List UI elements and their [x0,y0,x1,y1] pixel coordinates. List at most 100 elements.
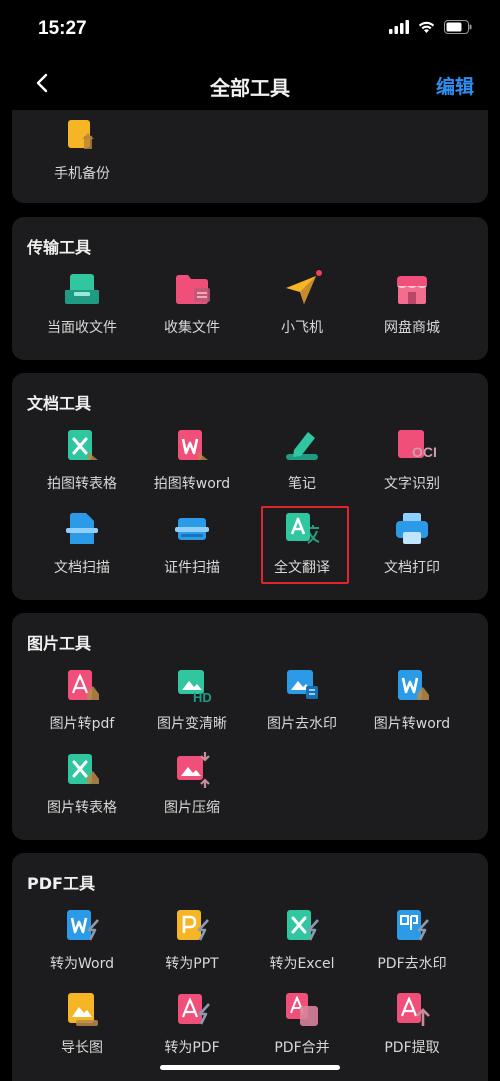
excel-doc-icon [62,426,102,466]
tool-label: 证件扫描 [164,560,220,576]
pdf-watermark-icon [392,906,432,946]
tool-label: 文字识别 [384,476,440,492]
scan-doc-icon [62,510,102,550]
tool-image-compress[interactable]: 图片压缩 [137,750,247,817]
tool-to-word[interactable]: 转为Word [27,906,137,973]
tool-label: 转为Word [50,956,114,972]
word-doc-pink-icon [172,426,212,466]
image-tools-card: 图片工具 图片转pdf HD 图片变清晰 图片去水印 图片转word 图片转表格… [12,613,488,840]
home-indicator[interactable] [160,1065,340,1070]
tool-collect-files[interactable]: 收集文件 [137,270,247,337]
wifi-icon [418,21,435,33]
tool-to-pdf[interactable]: 转为PDF [137,990,247,1057]
tool-label: PDF合并 [274,1040,330,1056]
tool-pdf-remove-watermark[interactable]: PDF去水印 [357,906,467,973]
svg-text:OCR: OCR [412,444,436,460]
word-convert-icon [62,906,102,946]
pdf-tools-card: PDF工具 转为Word 转为PPT 转为Excel PDF去水印 导长图 转为… [12,853,488,1081]
tool-label: PDF提取 [384,1040,440,1056]
tool-image-to-pdf[interactable]: 图片转pdf [27,666,137,733]
tool-label: 小飞机 [281,320,323,336]
tool-image-remove-watermark[interactable]: 图片去水印 [247,666,357,733]
tool-label: 转为PPT [165,956,219,972]
pen-icon [282,426,322,466]
tool-pdf-extract[interactable]: PDF提取 [357,990,467,1057]
section-title-pdf: PDF工具 [27,874,95,893]
printer-icon [392,510,432,550]
watermark-image-icon [282,666,322,706]
excel-convert-icon [282,906,322,946]
tool-notes[interactable]: 笔记 [247,426,357,493]
tool-image-to-word[interactable]: 图片转word [357,666,467,733]
tool-label: 拍图转word [153,476,231,492]
word-image-icon [392,666,432,706]
transfer-tools-card: 传输工具 当面收文件 收集文件 小飞机 网盘商城 [12,217,488,360]
ppt-convert-icon [172,906,212,946]
selection-highlight [261,506,349,584]
svg-text:HD: HD [193,690,212,705]
pdf-merge-icon [282,990,322,1030]
id-card-scan-icon [172,510,212,550]
tool-paper-plane[interactable]: 小飞机 [247,270,357,337]
tool-label: 文档扫描 [54,560,110,576]
tool-label: 图片转pdf [49,716,115,732]
tool-label: 图片压缩 [164,800,220,816]
tool-image-enhance[interactable]: HD 图片变清晰 [137,666,247,733]
section-title-transfer: 传输工具 [27,238,92,257]
tool-label: 拍图转表格 [47,476,117,492]
tool-label: 文档打印 [384,560,440,576]
tool-netdisk-store[interactable]: 网盘商城 [357,270,467,337]
tool-label: 手机备份 [54,166,110,182]
document-tools-card: 文档工具 拍图转表格 拍图转word 笔记 OC 文字识别 文档扫描 证件扫描 … [12,373,488,600]
section-title-images: 图片工具 [27,634,92,653]
section-title-docs: 文档工具 [27,394,92,413]
system-icons [389,20,472,34]
tool-label: 图片变清晰 [157,716,227,732]
tool-id-scan[interactable]: 证件扫描 [137,510,247,577]
tool-label: 图片转表格 [47,800,117,816]
tool-photo-to-word[interactable]: 拍图转word [137,426,247,493]
long-image-icon [62,990,102,1030]
pdf-image-icon [62,666,102,706]
tool-to-ppt[interactable]: 转为PPT [137,906,247,973]
phone-backup-icon [62,116,102,156]
tool-image-to-table[interactable]: 图片转表格 [27,750,137,817]
tool-receive-files[interactable]: 当面收文件 [27,270,137,337]
folder-icon [172,270,212,310]
status-time: 15:27 [38,18,87,39]
tool-label: 图片去水印 [267,716,337,732]
tool-doc-scan[interactable]: 文档扫描 [27,510,137,577]
tool-doc-print[interactable]: 文档打印 [357,510,467,577]
tool-label: 当面收文件 [47,320,117,336]
nav-bar: 全部工具 编辑 [0,60,500,110]
tool-label: 转为Excel [269,956,335,972]
tool-photo-to-table[interactable]: 拍图转表格 [27,426,137,493]
battery-icon [444,20,472,34]
status-bar: 15:27 [0,0,500,60]
to-pdf-icon [172,990,212,1030]
tool-label: PDF去水印 [377,956,447,972]
tool-label: 转为PDF [164,1040,220,1056]
edit-button[interactable]: 编辑 [436,72,474,99]
tool-to-excel[interactable]: 转为Excel [247,906,357,973]
tray-icon [62,270,102,310]
backup-card: 手机备份 [12,110,488,203]
tool-phone-backup[interactable]: 手机备份 [27,116,137,183]
tool-text-recognition[interactable]: OCR 文字识别 [357,426,467,493]
tool-label: 收集文件 [164,320,220,336]
hd-image-icon: HD [172,666,212,706]
tool-label: 网盘商城 [384,320,440,336]
page-title: 全部工具 [210,76,290,100]
paper-plane-icon [282,270,322,310]
store-icon [392,270,432,310]
tool-pdf-merge[interactable]: PDF合并 [247,990,357,1057]
tools-scroll-area[interactable]: 手机备份 传输工具 当面收文件 收集文件 小飞机 网盘商城 文档工具 拍图转表格… [0,110,500,1081]
pdf-extract-icon [392,990,432,1030]
tool-label: 图片转word [373,716,451,732]
compress-image-icon [172,750,212,790]
signal-icon [389,20,409,34]
tool-label: 笔记 [288,476,316,492]
excel-image-icon [62,750,102,790]
tool-long-image[interactable]: 导长图 [27,990,137,1057]
tool-label: 导长图 [61,1040,103,1056]
